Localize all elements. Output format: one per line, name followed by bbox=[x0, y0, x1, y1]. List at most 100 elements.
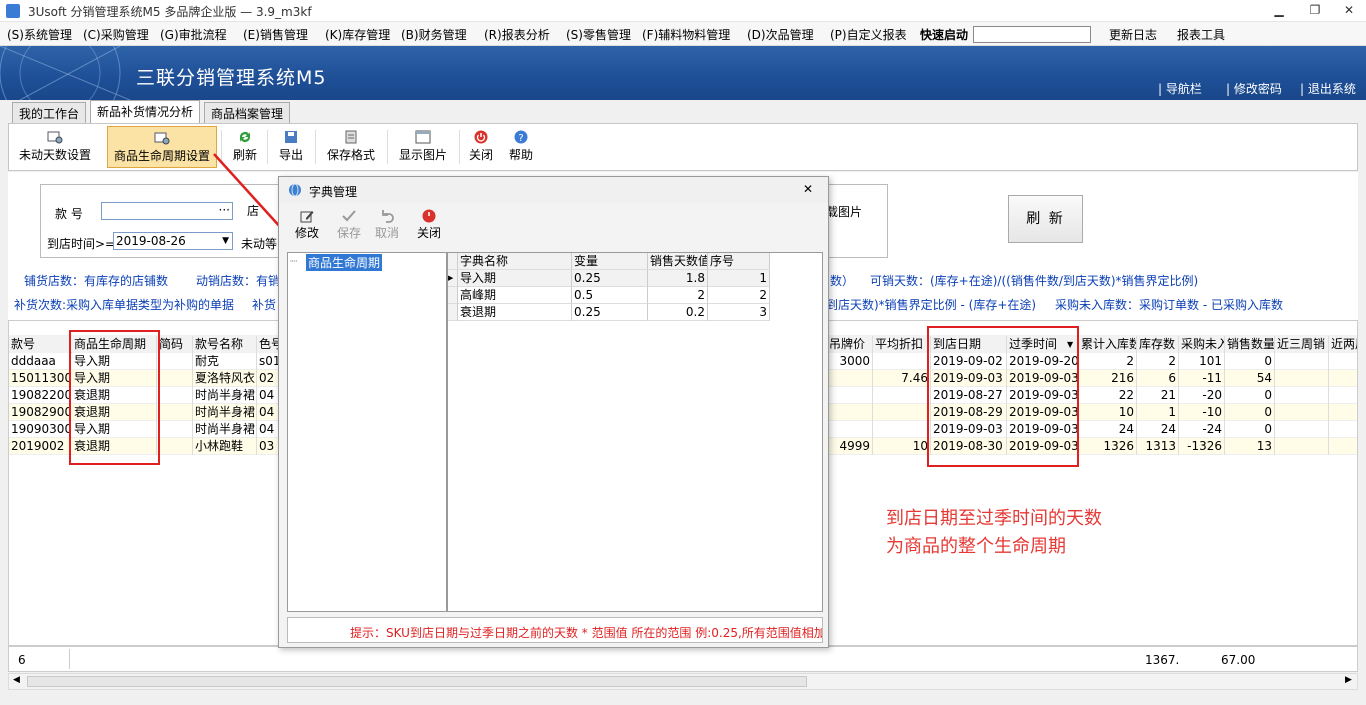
lifecycle-settings-button[interactable]: 商品生命周期设置 bbox=[107, 126, 217, 168]
table-cell: 1313 bbox=[1137, 438, 1179, 455]
scroll-thumb[interactable] bbox=[27, 676, 807, 687]
grid-header-cell[interactable]: 库存数 bbox=[1137, 336, 1179, 353]
table-cell bbox=[157, 353, 193, 370]
menu-sales[interactable]: (E)销售管理 bbox=[243, 26, 308, 43]
change-password-link[interactable]: | 修改密码 bbox=[1226, 80, 1282, 97]
menu-approval[interactable]: (G)审批流程 bbox=[160, 26, 227, 43]
menu-finance[interactable]: (B)财务管理 bbox=[401, 26, 467, 43]
grid-header-cell[interactable]: 平均折扣 bbox=[873, 336, 931, 353]
refresh-big-button[interactable]: 刷 新 bbox=[1008, 195, 1083, 243]
dict-cell[interactable]: 3 bbox=[708, 304, 770, 321]
dict-cell[interactable]: 0.25 bbox=[572, 270, 648, 287]
table-cell bbox=[1275, 404, 1329, 421]
menu-reports[interactable]: (R)报表分析 bbox=[484, 26, 550, 43]
grid-header-cell[interactable]: 色号 bbox=[257, 336, 279, 353]
nav-link[interactable]: | 导航栏 bbox=[1158, 80, 1202, 97]
row-indicator[interactable]: ▶ bbox=[448, 270, 458, 287]
dialog-close-icon[interactable]: ✕ bbox=[803, 182, 813, 196]
table-cell: 时尚半身裙 bbox=[195, 387, 257, 404]
menu-materials[interactable]: (F)辅料物料管理 bbox=[642, 26, 730, 43]
dict-cell[interactable]: 高峰期 bbox=[458, 287, 572, 304]
date-columns-highlight bbox=[927, 326, 1079, 467]
globe-icon bbox=[289, 183, 301, 197]
table-cell: 6 bbox=[1137, 370, 1179, 387]
grid-header-cell[interactable]: 款号 bbox=[9, 336, 71, 353]
menu-defects[interactable]: (D)次品管理 bbox=[747, 26, 814, 43]
table-cell bbox=[1329, 421, 1357, 438]
dict-cell[interactable]: 导入期 bbox=[458, 270, 572, 287]
table-cell: 0 bbox=[1225, 421, 1275, 438]
grid-header-cell[interactable]: 销售数量 bbox=[1225, 336, 1275, 353]
dict-cell[interactable]: 0.5 bbox=[572, 287, 648, 304]
menu-custom-report[interactable]: (P)自定义报表 bbox=[830, 26, 907, 43]
maximize-icon[interactable]: ❐ bbox=[1298, 0, 1332, 22]
dict-cell[interactable]: 衰退期 bbox=[458, 304, 572, 321]
tree-connector: ┈ bbox=[290, 254, 298, 268]
dict-cell[interactable]: 1 bbox=[708, 270, 770, 287]
table-cell bbox=[1275, 421, 1329, 438]
tree-item-lifecycle[interactable]: 商品生命周期 bbox=[306, 254, 383, 271]
menu-purchase[interactable]: (C)采购管理 bbox=[83, 26, 149, 43]
banner-title: 三联分销管理系统M5 bbox=[136, 67, 327, 89]
dict-cell[interactable]: 0.25 bbox=[572, 304, 648, 321]
close-button[interactable]: 关闭 bbox=[465, 126, 497, 168]
dict-header-cell[interactable]: 变量 bbox=[572, 253, 648, 270]
row-indicator[interactable] bbox=[448, 287, 458, 304]
dictionary-dialog: 字典管理 ✕ 修改 保存 取消 关闭 ┈ 商品生命周期 字典名称 变量 销售天数值序… bbox=[278, 176, 829, 648]
grid-header-cell[interactable]: 近两周 bbox=[1329, 336, 1357, 353]
dialog-close-button[interactable]: 关闭 bbox=[413, 207, 445, 245]
row-indicator[interactable] bbox=[448, 304, 458, 321]
unmoved-days-button[interactable]: 未动天数设置 bbox=[13, 126, 97, 168]
dict-header-cell[interactable]: 字典名称 bbox=[458, 253, 572, 270]
tab-product-archive[interactable]: 商品档案管理 bbox=[204, 102, 291, 123]
menu-retail[interactable]: (S)零售管理 bbox=[566, 26, 631, 43]
tab-new-product-analysis[interactable]: 新品补货情况分析 bbox=[90, 100, 201, 123]
grid-header-cell[interactable]: 近三周销 bbox=[1275, 336, 1329, 353]
dict-header-cell[interactable]: 序号 bbox=[708, 253, 770, 270]
menu-inventory[interactable]: (K)库存管理 bbox=[325, 26, 390, 43]
info-sellable-days: 可销天数：(库存+在途)/((销售件数/到店天数)*销售界定比例) bbox=[870, 274, 1199, 288]
info-distribution: 铺货店数：有库存的店铺数 bbox=[24, 274, 169, 288]
quick-start-label: 快速启动 bbox=[920, 28, 969, 42]
dict-cell[interactable]: 2 bbox=[708, 287, 770, 304]
logout-link[interactable]: | 退出系统 bbox=[1300, 80, 1356, 97]
undo-icon bbox=[382, 210, 394, 223]
table-cell: 150113002 bbox=[9, 370, 71, 387]
menu-system[interactable]: (S)系统管理 bbox=[7, 26, 72, 43]
grid-header-cell[interactable]: 款号名称 bbox=[193, 336, 257, 353]
show-image-button[interactable]: 显示图片 bbox=[393, 126, 453, 168]
grid-footer: 6 1367. 67.00 bbox=[8, 646, 1358, 672]
settings-icon bbox=[47, 131, 63, 144]
lifecycle-settings-label: 商品生命周期设置 bbox=[113, 149, 210, 163]
save-label: 保存 bbox=[336, 226, 361, 240]
dict-header-cell[interactable]: 销售天数值 bbox=[648, 253, 708, 270]
cancel-button[interactable]: 取消 bbox=[371, 207, 403, 245]
dict-cell[interactable]: 1.8 bbox=[648, 270, 708, 287]
show-image-label: 显示图片 bbox=[398, 148, 447, 162]
save-button[interactable]: 保存 bbox=[333, 207, 365, 245]
save-format-button[interactable]: 保存格式 bbox=[321, 126, 381, 168]
dict-cell[interactable]: 2 bbox=[648, 287, 708, 304]
menu-report-tools[interactable]: 报表工具 bbox=[1177, 26, 1225, 43]
table-cell bbox=[1275, 438, 1329, 455]
table-cell: 时尚半身裙 bbox=[195, 404, 257, 421]
dictionary-tree: ┈ 商品生命周期 bbox=[287, 252, 447, 612]
dialog-title: 字典管理 bbox=[309, 185, 358, 199]
horizontal-scrollbar[interactable]: ◀ ▶ bbox=[8, 673, 1358, 690]
grid-header-cell[interactable]: 简码 bbox=[157, 336, 193, 353]
grid-header-cell[interactable]: 累计入库数 bbox=[1079, 336, 1137, 353]
table-cell: -11 bbox=[1179, 370, 1225, 387]
edit-button[interactable]: 修改 bbox=[291, 207, 323, 245]
scroll-left-icon[interactable]: ◀ bbox=[13, 675, 20, 685]
grid-header-cell[interactable]: 吊牌价 bbox=[827, 336, 873, 353]
quick-start-input[interactable] bbox=[973, 26, 1091, 43]
tab-workbench[interactable]: 我的工作台 bbox=[12, 102, 87, 123]
close-icon[interactable]: ✕ bbox=[1332, 0, 1366, 22]
help-button[interactable]: ? 帮助 bbox=[505, 126, 537, 168]
grid-header-cell[interactable]: 采购未入 bbox=[1179, 336, 1225, 353]
table-cell: 101 bbox=[1179, 353, 1225, 370]
scroll-right-icon[interactable]: ▶ bbox=[1345, 675, 1352, 685]
minimize-icon[interactable]: ▁ bbox=[1262, 0, 1296, 22]
menu-update-log[interactable]: 更新日志 bbox=[1109, 26, 1157, 43]
dict-cell[interactable]: 0.2 bbox=[648, 304, 708, 321]
